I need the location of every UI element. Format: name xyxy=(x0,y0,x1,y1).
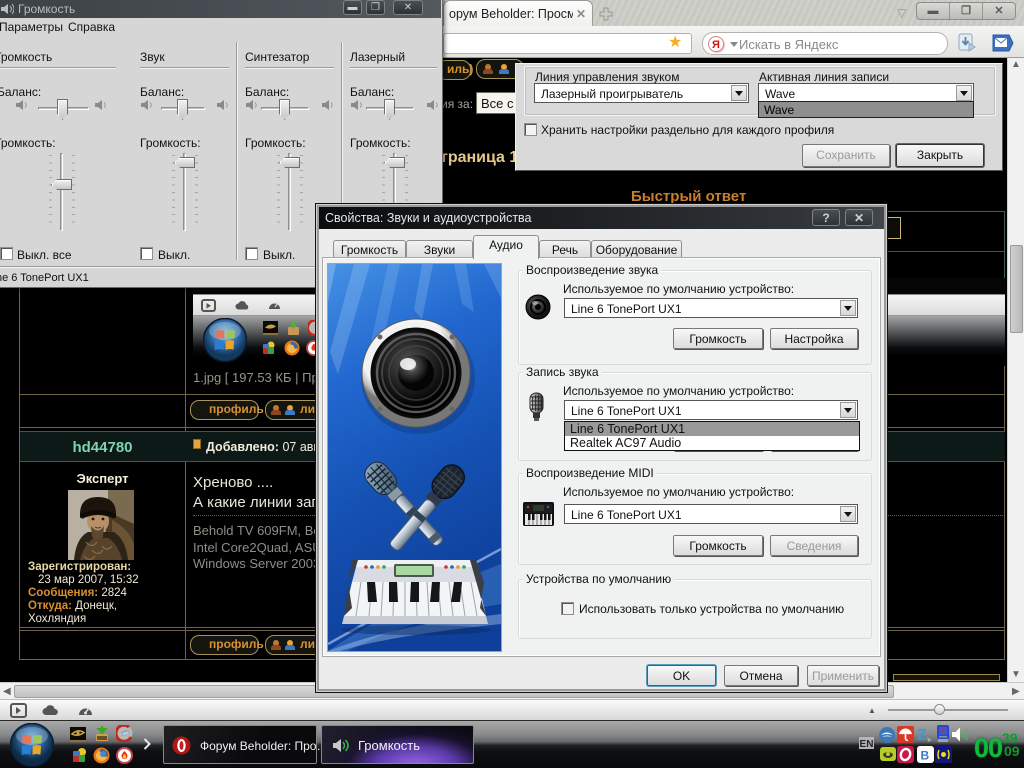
svg-text:B: B xyxy=(921,749,930,763)
svg-text:Z: Z xyxy=(917,727,927,743)
